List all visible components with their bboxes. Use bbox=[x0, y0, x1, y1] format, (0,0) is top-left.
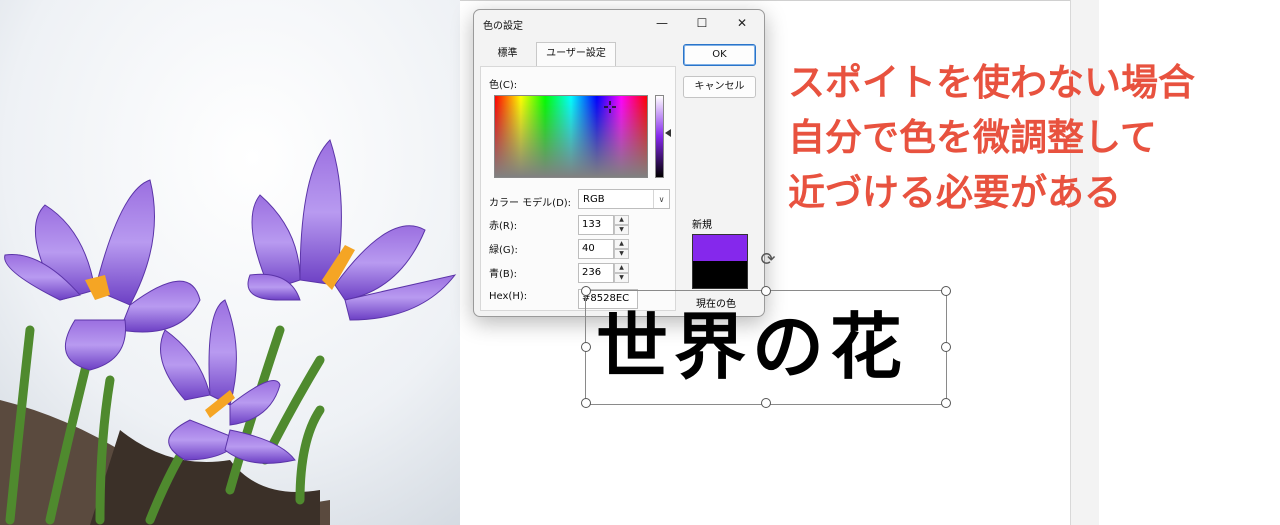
rotate-handle-icon[interactable]: ⟳ bbox=[757, 249, 779, 271]
chevron-down-icon[interactable]: ▼ bbox=[614, 249, 629, 259]
chevron-down-icon[interactable]: ▼ bbox=[614, 225, 629, 235]
resize-handle[interactable] bbox=[761, 286, 771, 296]
green-stepper: 40 ▲ ▼ bbox=[578, 239, 630, 259]
resize-handle[interactable] bbox=[581, 398, 591, 408]
red-input[interactable]: 133 bbox=[578, 215, 614, 235]
red-label: 赤(R): bbox=[489, 221, 518, 232]
resize-handle[interactable] bbox=[581, 286, 591, 296]
new-color-swatch bbox=[692, 234, 748, 262]
close-icon[interactable]: ✕ bbox=[722, 10, 762, 38]
resize-handle[interactable] bbox=[761, 398, 771, 408]
luminance-slider[interactable] bbox=[655, 95, 664, 178]
resize-handle[interactable] bbox=[941, 342, 951, 352]
new-color-label: 新規 bbox=[692, 220, 712, 231]
dialog-titlebar[interactable]: 色の設定 — ☐ ✕ bbox=[474, 10, 764, 38]
color-label: 色(C): bbox=[489, 80, 518, 91]
chevron-up-icon[interactable]: ▲ bbox=[614, 239, 629, 249]
blue-input[interactable]: 236 bbox=[578, 263, 614, 283]
cancel-button[interactable]: キャンセル bbox=[683, 76, 756, 98]
crosshair-icon[interactable] bbox=[604, 101, 616, 113]
crocus-photo[interactable] bbox=[0, 0, 460, 525]
red-stepper: 133 ▲ ▼ bbox=[578, 215, 630, 235]
resize-handle[interactable] bbox=[941, 286, 951, 296]
color-settings-dialog: 色の設定 — ☐ ✕ 標準 ユーザー設定 色(C): カラー モデル(D): R… bbox=[473, 9, 765, 317]
dialog-title: 色の設定 bbox=[483, 21, 523, 32]
resize-handle[interactable] bbox=[581, 342, 591, 352]
green-label: 緑(G): bbox=[489, 245, 518, 256]
annotation-line: 近づける必要がある bbox=[788, 171, 1121, 214]
ok-button[interactable]: OK bbox=[683, 44, 756, 66]
color-model-select[interactable]: RGB ∨ bbox=[578, 189, 670, 209]
blue-label: 青(B): bbox=[489, 269, 518, 280]
hex-label: Hex(H): bbox=[489, 291, 528, 302]
tab-standard[interactable]: 標準 bbox=[480, 43, 535, 65]
slide-title-text[interactable]: 世界の花 bbox=[596, 306, 936, 388]
chevron-down-icon[interactable]: ∨ bbox=[653, 190, 669, 208]
annotation-line: スポイトを使わない場合 bbox=[788, 61, 1195, 104]
current-color-swatch bbox=[692, 261, 748, 289]
resize-handle[interactable] bbox=[941, 398, 951, 408]
color-model-value: RGB bbox=[583, 194, 605, 205]
tab-custom[interactable]: ユーザー設定 bbox=[536, 42, 616, 66]
chevron-down-icon[interactable]: ▼ bbox=[614, 273, 629, 283]
slide-top-edge bbox=[455, 0, 1071, 1]
maximize-icon[interactable]: ☐ bbox=[682, 10, 722, 38]
chevron-up-icon[interactable]: ▲ bbox=[614, 263, 629, 273]
color-spectrum[interactable] bbox=[494, 95, 648, 178]
blue-stepper: 236 ▲ ▼ bbox=[578, 263, 630, 283]
chevron-up-icon[interactable]: ▲ bbox=[614, 215, 629, 225]
annotation-line: 自分で色を微調整して bbox=[788, 116, 1157, 159]
color-model-label: カラー モデル(D): bbox=[489, 198, 572, 209]
green-input[interactable]: 40 bbox=[578, 239, 614, 259]
custom-color-panel: 色(C): カラー モデル(D): RGB ∨ 赤(R): 133 ▲ ▼ 緑(… bbox=[480, 66, 676, 311]
luminance-pointer-icon[interactable] bbox=[665, 129, 671, 137]
annotation-text: スポイトを使わない場合 自分で色を微調整して 近づける必要がある bbox=[788, 55, 1268, 220]
minimize-icon[interactable]: — bbox=[642, 10, 682, 38]
